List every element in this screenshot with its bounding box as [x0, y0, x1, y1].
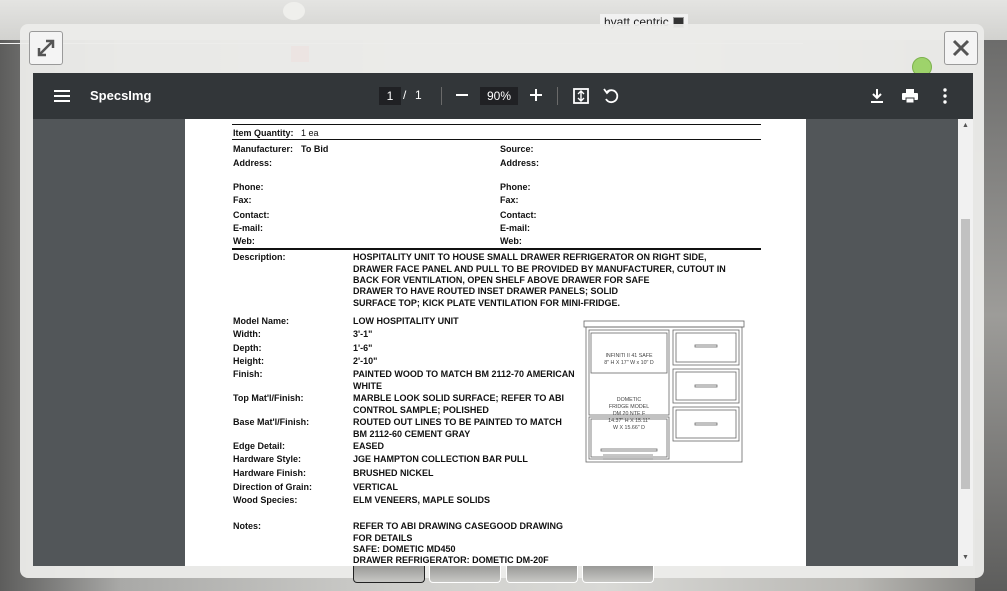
field-label: Depth: — [233, 343, 262, 353]
scroll-down-arrow-icon[interactable]: ▼ — [962, 554, 969, 561]
notes-line-3: DRAWER REFRIGERATOR: DOMETIC DM-20F — [353, 555, 549, 565]
toolbar-divider — [441, 87, 442, 105]
vertical-scrollbar[interactable]: ▲ ▼ — [958, 119, 973, 566]
field-label: Hardware Style: — [233, 454, 302, 464]
manufacturer-contact-label: Contact: — [233, 210, 270, 220]
table-rule — [232, 124, 761, 125]
notes-label: Notes: — [233, 521, 262, 531]
description-paragraph-1: HOSPITALITY UNIT TO HOUSE SMALL DRAWER R… — [353, 252, 726, 285]
source-label: Source: — [500, 144, 534, 154]
field-value: 1'-6" — [353, 343, 373, 353]
table-rule — [232, 139, 761, 140]
thumbnail-2[interactable] — [429, 566, 501, 583]
field-value: MARBLE LOOK SOLID SURFACE; REFER TO ABI … — [353, 393, 565, 415]
field-label: Width: — [233, 329, 261, 339]
drawing-fridge-line-1: DOMETIC — [617, 397, 642, 403]
page-separator: / — [403, 88, 407, 102]
pdf-toolbar: SpecsImg 1 / 1 90% — [33, 73, 973, 119]
more-options-icon[interactable] — [935, 86, 955, 106]
manufacturer-address-label: Address: — [233, 158, 273, 168]
field-label: Direction of Grain: — [233, 482, 313, 492]
source-address-label: Address: — [500, 158, 540, 168]
source-email-label: E-mail: — [500, 223, 531, 233]
notes-line-2: SAFE: DOMETIC MD450 — [353, 544, 456, 554]
field-label: Height: — [233, 356, 264, 366]
drawing-fridge-line-2: FRIDGE MODEL — [609, 404, 649, 410]
scroll-up-arrow-icon[interactable]: ▲ — [962, 122, 969, 129]
page-number-input[interactable]: 1 — [379, 87, 401, 105]
description-paragraph-2: DRAWER TO HAVE ROUTED INSET DRAWER PANEL… — [353, 286, 620, 308]
scrollbar-thumb[interactable] — [961, 219, 970, 489]
source-phone-label: Phone: — [500, 182, 531, 192]
item-quantity-value: 1 ea — [301, 128, 319, 138]
field-value: VERTICAL — [353, 482, 398, 492]
thumbnail-4[interactable] — [582, 566, 654, 583]
field-label: Hardware Finish: — [233, 468, 307, 478]
ceiling-light — [283, 2, 305, 20]
zoom-level-input[interactable]: 90% — [480, 87, 518, 105]
pdf-viewer: SpecsImg 1 / 1 90% Item Quantity: 1 ea M… — [33, 73, 973, 566]
field-value: JGE HAMPTON COLLECTION BAR PULL — [353, 454, 528, 464]
table-rule — [232, 248, 761, 250]
source-contact-label: Contact: — [500, 210, 537, 220]
item-quantity-label: Item Quantity: — [233, 128, 294, 138]
thumbnail-3[interactable] — [506, 566, 578, 583]
field-value: BRUSHED NICKEL — [353, 468, 434, 478]
field-label: Model Name: — [233, 316, 290, 326]
field-label: Wood Species: — [233, 495, 298, 505]
field-label: Base Mat'l/Finish: — [233, 417, 310, 427]
field-value: 2'-10" — [353, 356, 378, 366]
close-button[interactable] — [944, 31, 978, 65]
drawing-fridge-line-3: DM 20 NTE F — [613, 411, 646, 417]
toolbar-divider — [557, 87, 558, 105]
drawing-fridge-line-4: 14.37" H X 15.11" — [608, 418, 650, 424]
field-value: PAINTED WOOD TO MATCH BM 2112-70 AMERICA… — [353, 369, 575, 391]
page-total: 1 — [415, 88, 422, 102]
manufacturer-value: To Bid — [301, 144, 329, 154]
expand-button[interactable] — [29, 31, 63, 65]
menu-icon[interactable] — [53, 87, 71, 105]
manufacturer-web-label: Web: — [233, 236, 255, 246]
manufacturer-phone-label: Phone: — [233, 182, 264, 192]
field-label: Edge Detail: — [233, 441, 286, 451]
field-value: ROUTED OUT LINES TO BE PAINTED TO MATCH … — [353, 417, 562, 439]
drawing-fridge-line-5: W X 15.66" D — [613, 425, 645, 431]
field-value: ELM VENEERS, MAPLE SOLIDS — [353, 495, 491, 505]
drawing-safe-line-1: INFINITI II 41 SAFE — [605, 353, 653, 359]
field-label: Top Mat'l/Finish: — [233, 393, 304, 403]
notes-line-1: REFER TO ABI DRAWING CASEGOOD DRAWING FO… — [353, 521, 564, 543]
field-label: Finish: — [233, 369, 263, 379]
pdf-page: Item Quantity: 1 ea Manufacturer: To Bid… — [185, 119, 806, 566]
print-icon[interactable] — [900, 86, 920, 106]
description-label: Description: — [233, 252, 286, 262]
manufacturer-label: Manufacturer: — [233, 144, 294, 154]
field-value: EASED — [353, 441, 385, 451]
thumbnail-1[interactable] — [353, 566, 425, 583]
download-icon[interactable] — [867, 86, 887, 106]
manufacturer-email-label: E-mail: — [233, 223, 264, 233]
drawing-safe-line-2: 8" H X 17" W x 10" D — [604, 360, 654, 366]
field-value: 3'-1" — [353, 329, 373, 339]
zoom-out-icon[interactable] — [453, 85, 471, 105]
source-fax-label: Fax: — [500, 195, 519, 205]
hospitality-unit-drawing: INFINITI II 41 SAFE 8" H X 17" W x 10" D… — [583, 320, 745, 463]
expand-arrows-icon — [37, 39, 55, 57]
rotate-icon[interactable] — [601, 86, 621, 106]
fit-page-icon[interactable] — [571, 86, 591, 106]
zoom-in-icon[interactable] — [527, 85, 545, 105]
source-web-label: Web: — [500, 236, 522, 246]
close-x-icon — [952, 39, 970, 57]
field-value: LOW HOSPITALITY UNIT — [353, 316, 459, 326]
thumbnail-strip — [353, 566, 654, 584]
document-title: SpecsImg — [90, 88, 152, 103]
manufacturer-fax-label: Fax: — [233, 195, 252, 205]
